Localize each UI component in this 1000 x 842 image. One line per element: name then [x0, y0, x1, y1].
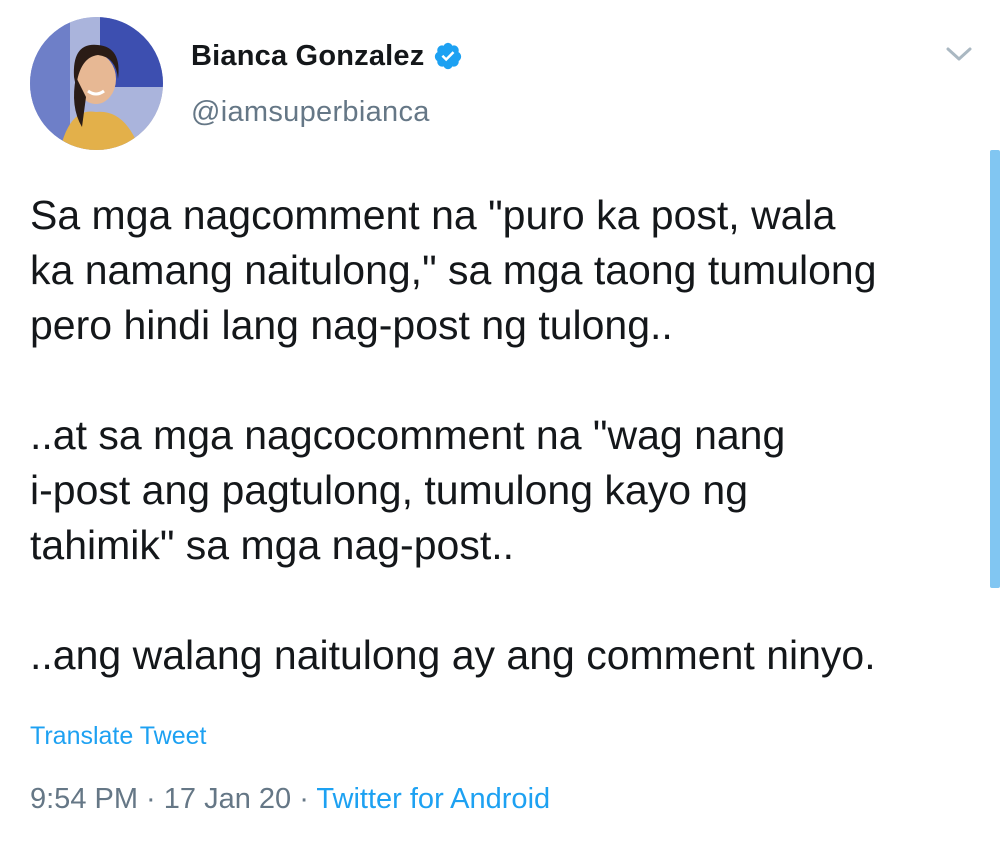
- tweet-source-link[interactable]: Twitter for Android: [316, 783, 550, 815]
- author-row: Bianca Gonzalez: [191, 37, 463, 75]
- display-name[interactable]: Bianca Gonzalez: [191, 40, 424, 73]
- translate-tweet-link[interactable]: Translate Tweet: [30, 722, 206, 751]
- scrollbar[interactable]: [990, 150, 1000, 588]
- meta-separator: ·: [138, 783, 164, 815]
- tweet-time: 9:54 PM: [30, 783, 138, 815]
- meta-separator: ·: [291, 783, 317, 815]
- avatar[interactable]: [30, 17, 163, 150]
- user-handle[interactable]: @iamsuperbianca: [191, 96, 430, 129]
- tweet-meta: 9:54 PM · 17 Jan 20 · Twitter for Androi…: [30, 783, 550, 816]
- chevron-down-icon[interactable]: [944, 42, 974, 66]
- verified-badge-icon: [433, 41, 463, 71]
- tweet-card: Bianca Gonzalez @iamsuperbianca Sa mga n…: [0, 0, 1000, 842]
- tweet-text: Sa mga nagcomment na "puro ka post, wala…: [30, 192, 877, 678]
- avatar-image: [30, 17, 163, 150]
- tweet-date: 17 Jan 20: [163, 783, 292, 815]
